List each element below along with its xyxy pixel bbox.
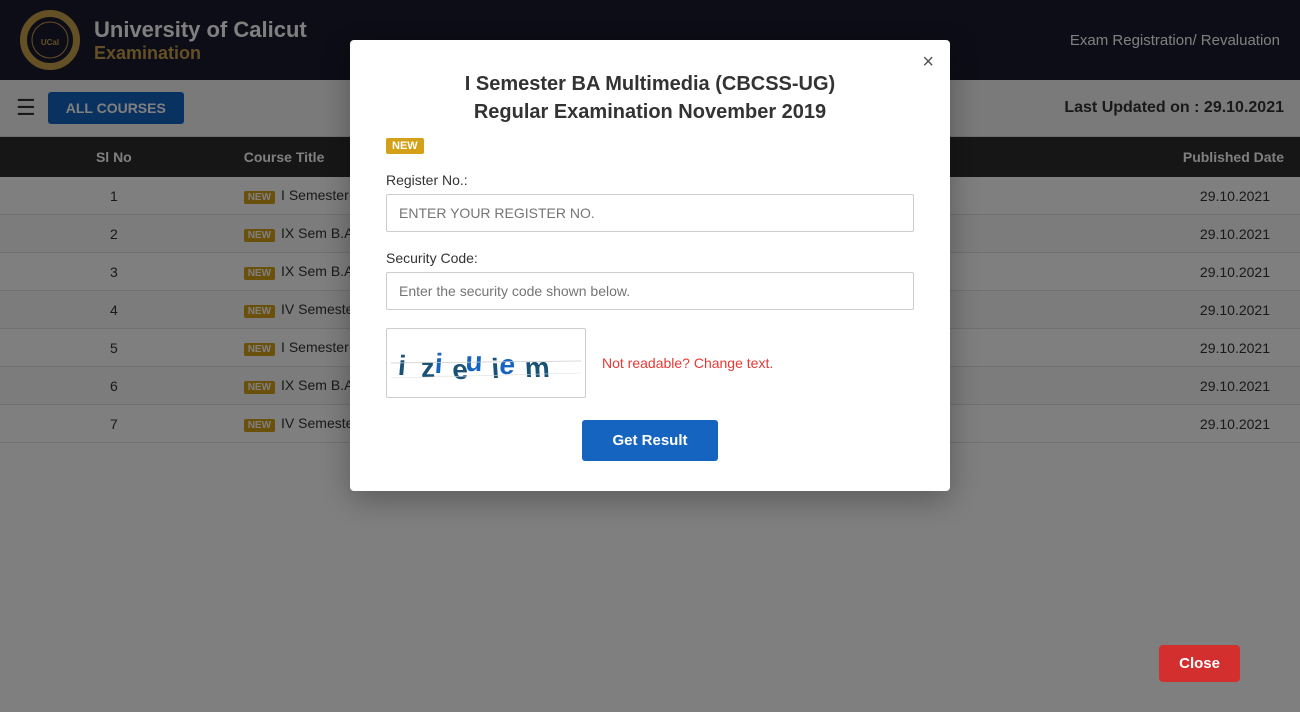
modal-title: I Semester BA Multimedia (CBCSS-UG) Regu… bbox=[386, 70, 914, 126]
security-input[interactable] bbox=[386, 272, 914, 310]
change-captcha-link[interactable]: Not readable? Change text. bbox=[602, 355, 773, 371]
close-bottom-button[interactable]: Close bbox=[1159, 645, 1240, 682]
modal-new-badge: NEW bbox=[386, 138, 424, 154]
register-label: Register No.: bbox=[386, 172, 914, 188]
svg-text:m: m bbox=[524, 352, 551, 383]
svg-text:u: u bbox=[465, 346, 484, 377]
captcha-image: i z i e u i e m bbox=[386, 328, 586, 398]
result-modal: × I Semester BA Multimedia (CBCSS-UG) Re… bbox=[350, 40, 950, 491]
captcha-row: i z i e u i e m Not readable? Change tex… bbox=[386, 328, 914, 398]
modal-close-button[interactable]: × bbox=[922, 52, 934, 72]
security-label: Security Code: bbox=[386, 250, 914, 266]
register-input[interactable] bbox=[386, 194, 914, 232]
get-result-button[interactable]: Get Result bbox=[582, 420, 717, 461]
modal-overlay: × I Semester BA Multimedia (CBCSS-UG) Re… bbox=[0, 0, 1300, 712]
